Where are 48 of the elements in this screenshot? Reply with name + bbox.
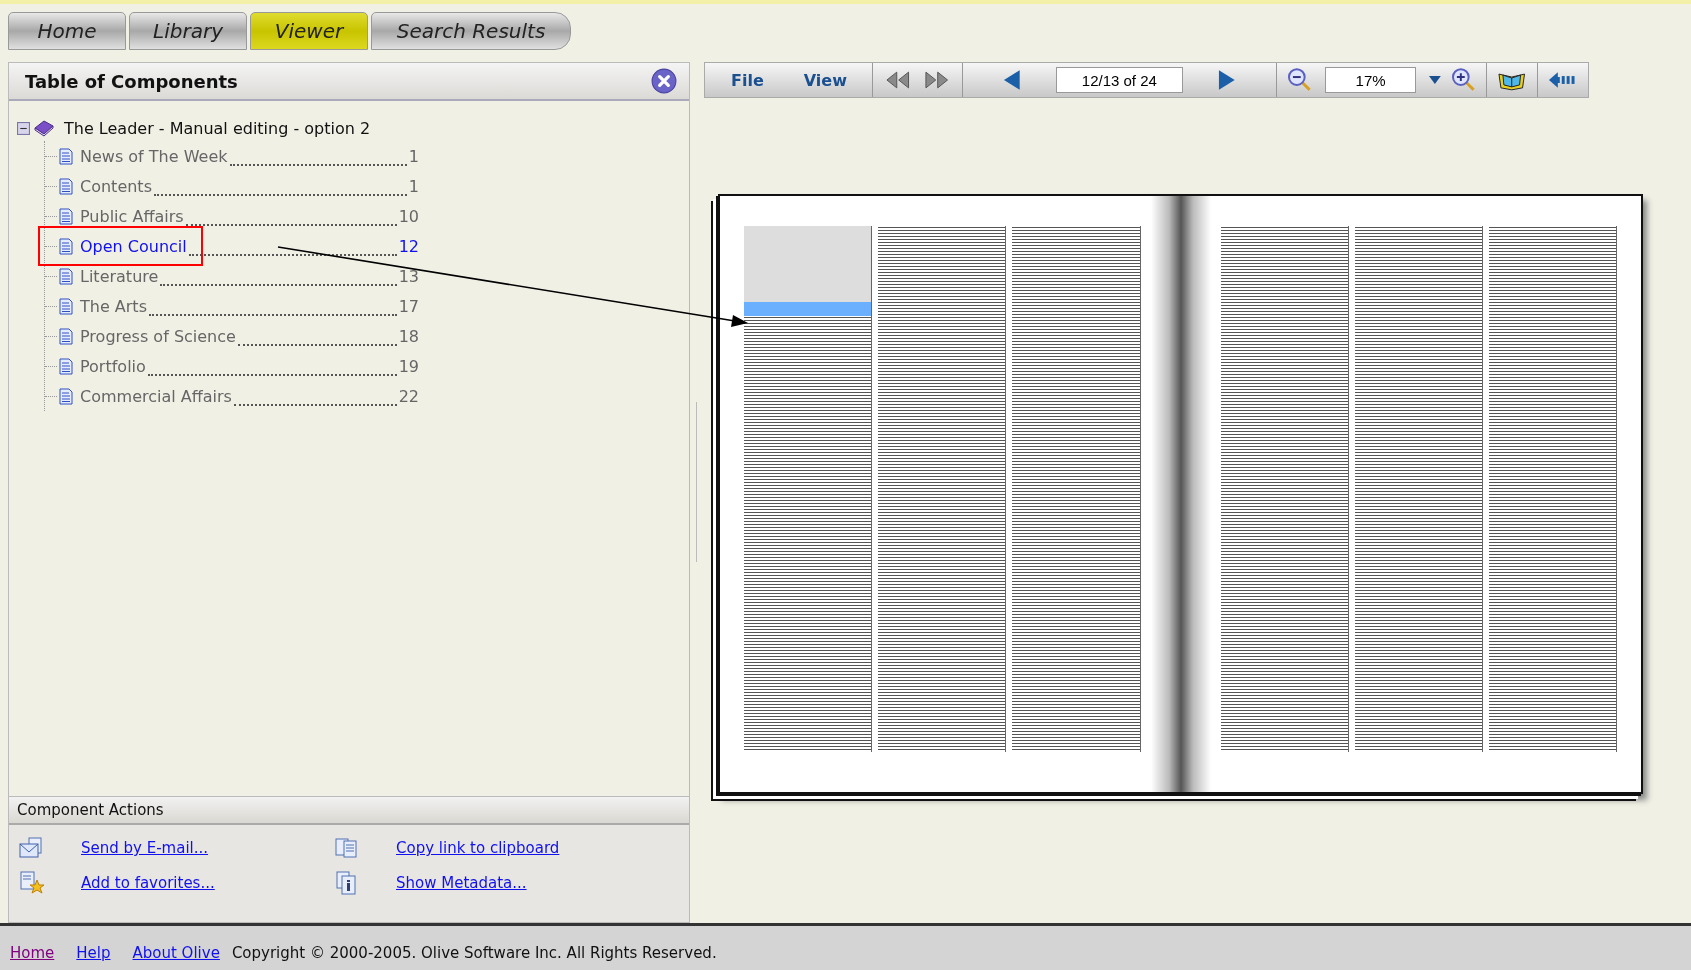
toc-item[interactable]: Literature 13 bbox=[45, 261, 419, 291]
toc-item[interactable]: Portfolio 19 bbox=[45, 351, 419, 381]
copy-icon bbox=[334, 837, 360, 859]
document-icon bbox=[59, 237, 73, 255]
toc-item[interactable]: The Arts 17 bbox=[45, 291, 419, 321]
nav-tab[interactable]: Search Results bbox=[371, 12, 571, 50]
document-icon bbox=[59, 357, 73, 375]
toc-item[interactable]: Contents 1 bbox=[45, 171, 419, 201]
collapse-icon[interactable] bbox=[17, 121, 30, 135]
toc-item[interactable]: Progress of Science 18 bbox=[45, 321, 419, 351]
menu-button[interactable]: File bbox=[711, 70, 784, 90]
zoom-field[interactable]: 17% bbox=[1325, 67, 1416, 93]
toc-item[interactable]: Public Affairs 10 bbox=[45, 201, 419, 231]
document-icon bbox=[59, 147, 73, 165]
close-icon[interactable] bbox=[651, 68, 677, 94]
book-icon bbox=[33, 119, 55, 137]
zoom-out-icon[interactable] bbox=[1286, 67, 1313, 93]
toc-item[interactable]: Open Council 12 bbox=[45, 231, 419, 261]
envelope-icon bbox=[19, 837, 45, 859]
document-icon bbox=[59, 297, 73, 315]
section-title: Component Actions bbox=[17, 801, 164, 819]
document-icon bbox=[59, 177, 73, 195]
nav-tab[interactable]: Home bbox=[8, 12, 126, 50]
panel-title: Table of Components bbox=[25, 70, 238, 92]
toc-item[interactable]: News of The Week 1 bbox=[45, 141, 419, 171]
action-link[interactable]: Show Metadata... bbox=[396, 874, 527, 892]
copyright-text: Copyright © 2000-2005. Olive Software Inc. All Rights Reserved. bbox=[231, 943, 717, 962]
zoom-in-icon[interactable] bbox=[1450, 67, 1477, 93]
star-document-icon bbox=[19, 871, 45, 895]
document-icon bbox=[59, 327, 73, 345]
action-link[interactable]: Add to favorites... bbox=[81, 874, 215, 892]
action-link[interactable]: Send by E-mail... bbox=[81, 839, 209, 857]
dropdown-caret-icon[interactable] bbox=[1428, 76, 1441, 84]
next-page-icon[interactable] bbox=[1217, 68, 1237, 92]
document-icon bbox=[59, 267, 73, 285]
toc-item[interactable]: Commercial Affairs 22 bbox=[45, 381, 419, 411]
footer-link[interactable]: Home bbox=[10, 943, 55, 962]
footer-link[interactable]: About Olive bbox=[132, 943, 220, 962]
footer-link[interactable]: Help bbox=[76, 943, 111, 962]
menu-button[interactable]: View bbox=[783, 70, 867, 90]
page-number-field[interactable]: 12/13 of 24 bbox=[1055, 67, 1184, 93]
document-icon bbox=[59, 207, 73, 225]
action-link[interactable]: Copy link to clipboard bbox=[396, 839, 560, 857]
tree-root-label[interactable]: The Leader - Manual editing - option 2 bbox=[64, 118, 371, 138]
back-arrow-icon[interactable] bbox=[1547, 70, 1577, 90]
document-icon bbox=[59, 387, 73, 405]
nav-tab[interactable]: Viewer bbox=[250, 12, 368, 50]
nav-tab[interactable]: Library bbox=[129, 12, 247, 50]
